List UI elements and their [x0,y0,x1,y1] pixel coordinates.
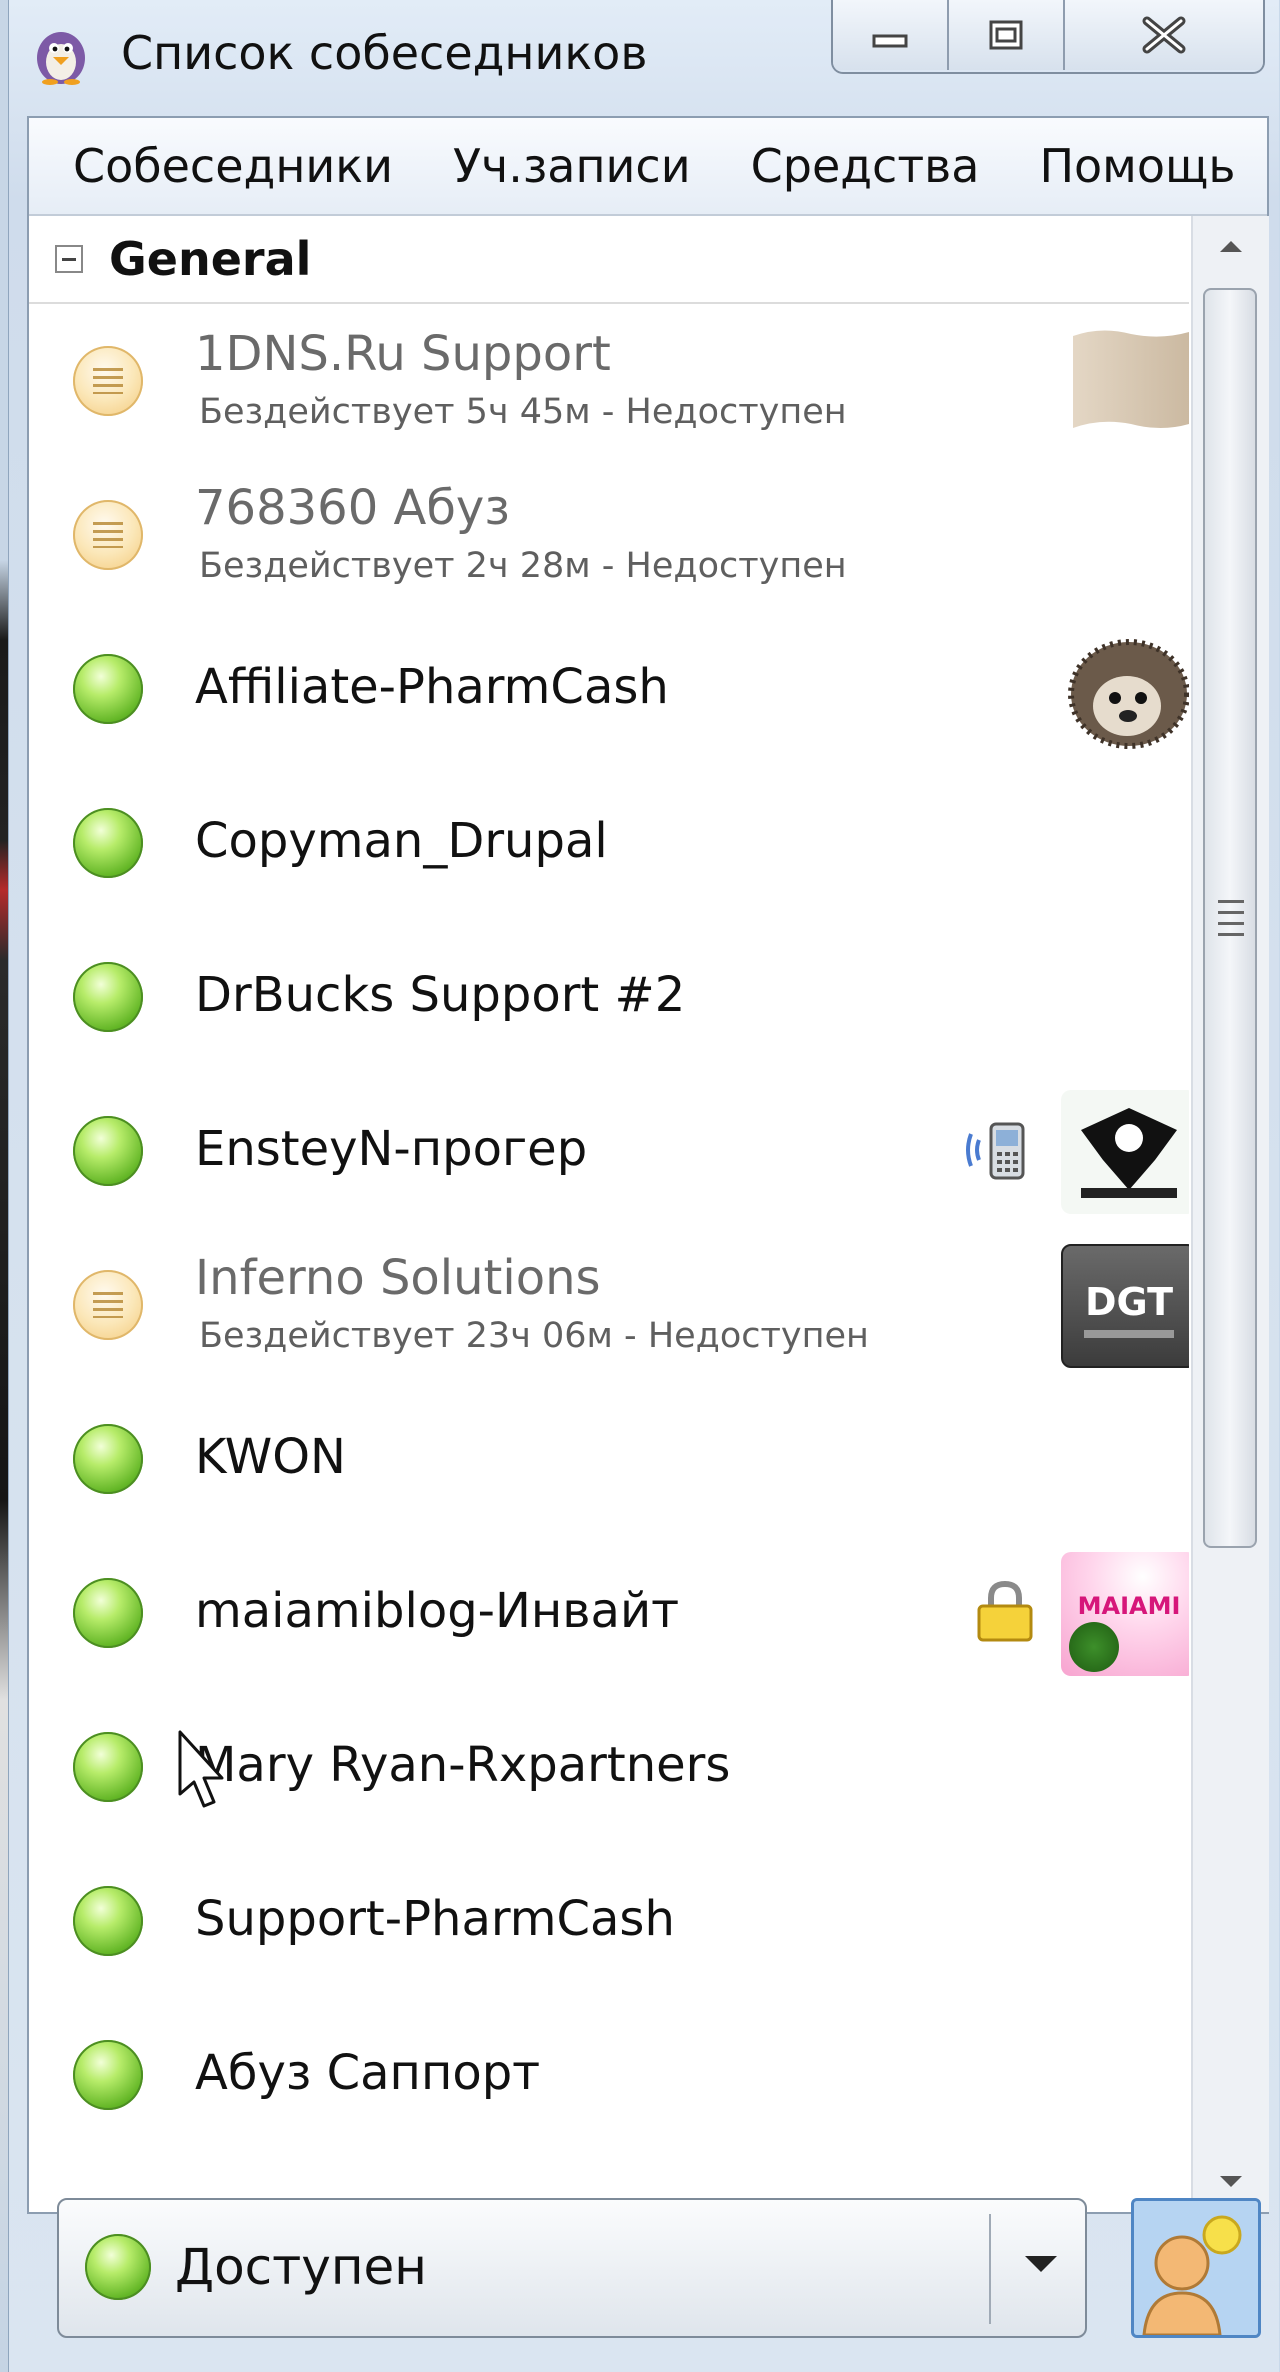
menu-bar: Собеседники Уч.записи Средства Помощь [29,118,1267,216]
contact-name: Абуз Саппорт [195,2045,541,2101]
contact-name: 1DNS.Ru Support [195,326,611,382]
buddy-icon-button[interactable] [1131,2198,1261,2338]
available-status-icon [73,1424,143,1494]
available-status-icon [73,962,143,1032]
vertical-scrollbar[interactable] [1191,216,1269,2212]
available-status-icon [85,2234,151,2300]
hedgehog-avatar [1061,628,1189,752]
group-name: General [109,232,312,286]
buddy-avatar [1073,330,1189,428]
emblem-avatar [1061,1090,1189,1214]
mouse-cursor-icon [178,1730,224,1808]
scrollbar-thumb[interactable] [1203,288,1257,1548]
available-status-icon [73,2040,143,2110]
status-selector[interactable]: Доступен [57,2198,1087,2338]
buddy-icon [1134,2201,1258,2335]
palm-decoration [1069,1622,1119,1672]
arrow-up-icon [1220,241,1242,252]
dgt-avatar: DGT [1061,1244,1189,1368]
window-controls [831,0,1265,74]
contact-row[interactable]: EnsteyN-прогер [29,1074,1189,1228]
contact-name: EnsteyN-прогер [195,1121,588,1177]
available-status-icon [73,1578,143,1648]
idle-status-icon [73,346,143,416]
minimize-icon [872,34,908,48]
dgt-avatar-band [1084,1330,1174,1338]
contact-status-text: Бездействует 23ч 06м - Недоступен [199,1316,869,1356]
contact-row[interactable]: DrBucks Support #2 [29,920,1189,1074]
contact-row[interactable]: 1DNS.Ru Support Бездействует 5ч 45м - Не… [29,304,1189,458]
contact-name: Support-PharmCash [195,1891,675,1947]
buddy-list-window: Список собеседников Собеседники Уч.запис… [8,0,1279,2372]
menu-accounts[interactable]: Уч.записи [433,139,711,193]
available-status-icon [73,654,143,724]
close-button[interactable] [1065,0,1263,70]
contact-row[interactable]: KWON [29,1382,1189,1536]
contact-row[interactable]: 768360 Абуз Бездействует 2ч 28м - Недост… [29,458,1189,612]
idle-status-icon [73,1270,143,1340]
contact-name: Copyman_Drupal [195,813,608,869]
idle-status-icon [73,500,143,570]
pidgin-app-icon [37,32,85,85]
maximize-icon [989,20,1023,50]
close-icon [1142,16,1186,54]
contact-name: maiamiblog-Инвайт [195,1583,680,1639]
menu-buddies[interactable]: Собеседники [53,139,413,193]
buddy-list: General 1DNS.Ru Support Бездействует 5ч … [29,216,1189,2276]
mobile-phone-icon [966,1122,1025,1180]
contact-status-text: Бездействует 5ч 45м - Недоступен [199,392,847,432]
dgt-avatar-text: DGT [1085,1280,1173,1324]
grip-icon [1218,900,1244,936]
maximize-button[interactable] [949,0,1065,70]
contact-row[interactable]: maiamiblog-Инвайт MAIAMI [29,1536,1189,1690]
contact-row[interactable]: Affiliate-PharmCash [29,612,1189,766]
chevron-down-icon[interactable] [1025,2256,1057,2272]
contact-name: Inferno Solutions [195,1250,601,1306]
collapse-icon[interactable] [55,245,83,273]
status-selector-label: Доступен [175,2238,428,2296]
available-status-icon [73,808,143,878]
contact-row[interactable]: Абуз Саппорт [29,1998,1189,2152]
contact-name: Affiliate-PharmCash [195,659,669,715]
maiami-avatar: MAIAMI [1061,1552,1189,1676]
available-status-icon [73,1886,143,1956]
group-header[interactable]: General [29,216,1189,304]
client-area: Собеседники Уч.записи Средства Помощь Ge… [27,116,1269,2214]
lock-icon [977,1580,1033,1642]
title-bar[interactable]: Список собеседников [9,0,1279,120]
contact-name: KWON [195,1429,346,1485]
contact-row[interactable]: Inferno Solutions Бездействует 23ч 06м -… [29,1228,1189,1382]
contact-name: 768360 Абуз [195,480,510,536]
contact-status-text: Бездействует 2ч 28м - Недоступен [199,546,847,586]
available-status-icon [73,1732,143,1802]
minimize-button[interactable] [833,0,949,70]
available-status-icon [73,1116,143,1186]
window-title: Список собеседников [121,26,648,80]
contact-row[interactable]: Support-PharmCash [29,1844,1189,1998]
scroll-up-button[interactable] [1193,216,1269,276]
maiami-avatar-text: MAIAMI [1077,1592,1181,1620]
menu-tools[interactable]: Средства [731,139,1000,193]
contact-name: Mary Ryan-Rxpartners [195,1737,731,1793]
contact-name: DrBucks Support #2 [195,967,686,1023]
contact-row[interactable]: Copyman_Drupal [29,766,1189,920]
status-bar: Доступен [27,2172,1269,2372]
menu-help[interactable]: Помощь [1019,139,1255,193]
status-selector-divider [989,2214,991,2324]
